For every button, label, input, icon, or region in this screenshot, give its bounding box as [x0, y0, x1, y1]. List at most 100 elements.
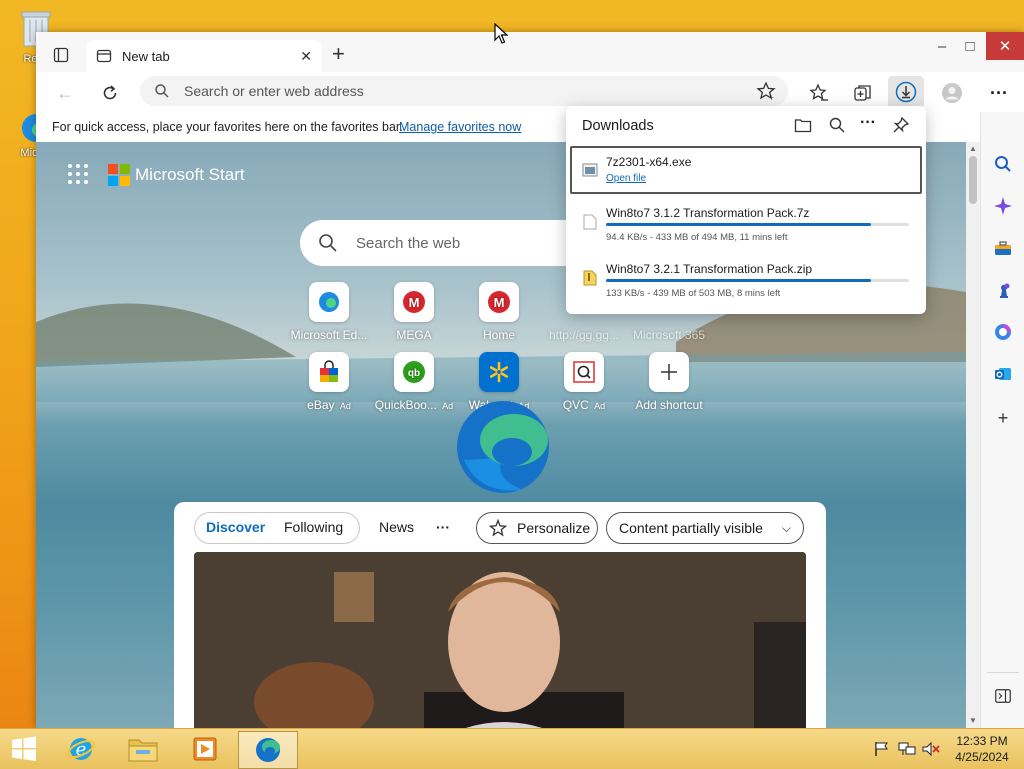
- feed-article-image[interactable]: [194, 552, 806, 728]
- open-downloads-folder-button[interactable]: [794, 116, 812, 137]
- mouse-cursor-icon: [494, 23, 508, 44]
- outlook-icon: [995, 368, 1011, 380]
- pin-downloads-button[interactable]: [892, 116, 910, 137]
- sidebar-add-button[interactable]: +: [991, 406, 1015, 430]
- taskbar-edge[interactable]: [238, 731, 298, 769]
- taskbar: e 12:33 PM 4/25/2024: [0, 728, 1024, 769]
- sidebar-m365-button[interactable]: [991, 320, 1015, 344]
- tab-actions-button[interactable]: [50, 44, 72, 66]
- back-button[interactable]: ←: [52, 80, 78, 106]
- shortcut-label: Microsoft Ed...: [290, 328, 368, 342]
- clock-date: 4/25/2024: [955, 750, 1009, 764]
- sidebar-outlook-button[interactable]: [991, 362, 1015, 386]
- favorites-icon: [809, 83, 828, 101]
- chess-piece-icon: [1000, 283, 1010, 298]
- tab-new-tab[interactable]: New tab ✕: [86, 40, 322, 72]
- scrollbar-thumb[interactable]: [969, 156, 977, 204]
- download-progress-bar: [606, 279, 909, 282]
- shortcut-mega[interactable]: M MEGA: [374, 282, 454, 342]
- download-file-name: Win8to7 3.1.2 Transformation Pack.7z: [606, 206, 810, 220]
- downloads-flyout: Downloads ··· 7z2301-x64.exe Open file W…: [566, 106, 926, 314]
- sidebar-collapse-icon: [995, 689, 1011, 703]
- personalize-sparkle-icon: [489, 519, 507, 537]
- shortcut-label: http://gg.gg...: [548, 328, 620, 342]
- sparkle-icon: [994, 197, 1012, 215]
- add-shortcut-button[interactable]: Add shortcut: [629, 352, 709, 412]
- page-scrollbar[interactable]: ▲ ▼: [966, 142, 980, 728]
- volume-muted-icon[interactable]: [922, 741, 940, 760]
- shortcut-label: MEGA: [396, 328, 432, 342]
- address-input[interactable]: Search or enter web address: [184, 83, 364, 99]
- qvc-icon: [573, 361, 595, 383]
- close-window-button[interactable]: ✕: [986, 32, 1024, 60]
- scroll-up-icon[interactable]: ▲: [969, 144, 977, 153]
- clock-time: 12:33 PM: [956, 734, 1008, 748]
- downloads-more-options-button[interactable]: ···: [860, 114, 876, 132]
- action-center-flag-icon[interactable]: [874, 741, 890, 760]
- tab-following[interactable]: Following: [284, 519, 343, 535]
- shortcut-qvc[interactable]: QVC Ad: [544, 352, 624, 412]
- plus-icon: [661, 364, 677, 380]
- address-bar[interactable]: Search or enter web address +: [140, 76, 788, 106]
- personalize-label: Personalize: [517, 520, 591, 536]
- sidebar-copilot-button[interactable]: [991, 194, 1015, 218]
- download-icon: [895, 81, 917, 103]
- svg-text:+: +: [769, 93, 774, 101]
- mega-icon: M: [403, 291, 425, 313]
- download-item[interactable]: Win8to7 3.1.2 Transformation Pack.7z 94.…: [570, 204, 920, 252]
- download-item[interactable]: 7z2301-x64.exe Open file: [570, 146, 922, 194]
- mega-icon: M: [488, 291, 510, 313]
- scroll-down-icon[interactable]: ▼: [969, 716, 977, 725]
- shortcut-quickbooks[interactable]: qb QuickBoo... Ad: [374, 352, 454, 412]
- speaker-muted-icon: [922, 741, 940, 757]
- shortcut-label: QuickBoo...: [374, 398, 437, 412]
- add-favorite-icon[interactable]: +: [756, 81, 776, 101]
- downloads-button[interactable]: [888, 76, 924, 108]
- walmart-spark-icon: [489, 361, 509, 383]
- taskbar-media-player[interactable]: [176, 731, 234, 767]
- shortcut-home[interactable]: M Home: [459, 282, 539, 342]
- collections-button[interactable]: [850, 80, 876, 106]
- close-tab-button[interactable]: ✕: [300, 48, 312, 65]
- more-tabs-button[interactable]: ···: [436, 519, 450, 535]
- zip-file-icon: [583, 270, 597, 286]
- manage-favorites-link[interactable]: Manage favorites now: [399, 120, 521, 134]
- svg-text:qb: qb: [408, 368, 420, 379]
- sidebar-shopping-button[interactable]: [991, 236, 1015, 260]
- shortcut-ebay[interactable]: eBay Ad: [289, 352, 369, 412]
- tab-discover[interactable]: Discover: [206, 519, 265, 535]
- sidebar-games-button[interactable]: [991, 278, 1015, 302]
- sidebar-search-button[interactable]: [991, 152, 1015, 176]
- start-button[interactable]: [0, 731, 48, 767]
- web-search-input[interactable]: Search the web: [356, 235, 460, 252]
- ad-badge: Ad: [594, 401, 606, 411]
- taskbar-internet-explorer[interactable]: e: [52, 731, 110, 767]
- edge-sidebar: +: [980, 112, 1024, 746]
- search-icon: [995, 156, 1011, 172]
- svg-text:M: M: [494, 295, 505, 310]
- apps-launcher-button[interactable]: [66, 162, 90, 189]
- maximize-button[interactable]: □: [952, 32, 988, 60]
- personalize-button[interactable]: Personalize: [476, 512, 598, 544]
- download-item[interactable]: Win8to7 3.2.1 Transformation Pack.zip 13…: [570, 260, 920, 308]
- search-icon: [829, 117, 845, 133]
- taskbar-file-explorer[interactable]: [114, 731, 172, 767]
- network-status-icon[interactable]: [898, 741, 916, 760]
- news-feed-panel: Discover Following News ··· Personalize …: [174, 502, 826, 728]
- hide-sidebar-button[interactable]: [991, 684, 1015, 708]
- profile-button[interactable]: [939, 80, 965, 106]
- settings-more-button[interactable]: ···: [986, 80, 1012, 106]
- content-visibility-dropdown[interactable]: Content partially visible ⌵: [606, 512, 804, 544]
- network-icon: [898, 742, 916, 755]
- new-tab-button[interactable]: +: [332, 43, 345, 65]
- shortcut-microsoft-edge[interactable]: Microsoft Ed...: [289, 282, 369, 342]
- refresh-button[interactable]: [97, 80, 123, 106]
- microsoft-start-brand[interactable]: Microsoft Start: [108, 164, 245, 186]
- system-clock[interactable]: 12:33 PM 4/25/2024: [952, 733, 1012, 765]
- tab-news[interactable]: News: [379, 519, 414, 535]
- chevron-down-icon: ⌵: [781, 520, 791, 535]
- search-downloads-button[interactable]: [828, 116, 846, 137]
- edge-background-logo: [457, 401, 549, 493]
- open-file-link[interactable]: Open file: [606, 173, 646, 184]
- favorites-button[interactable]: [806, 80, 832, 106]
